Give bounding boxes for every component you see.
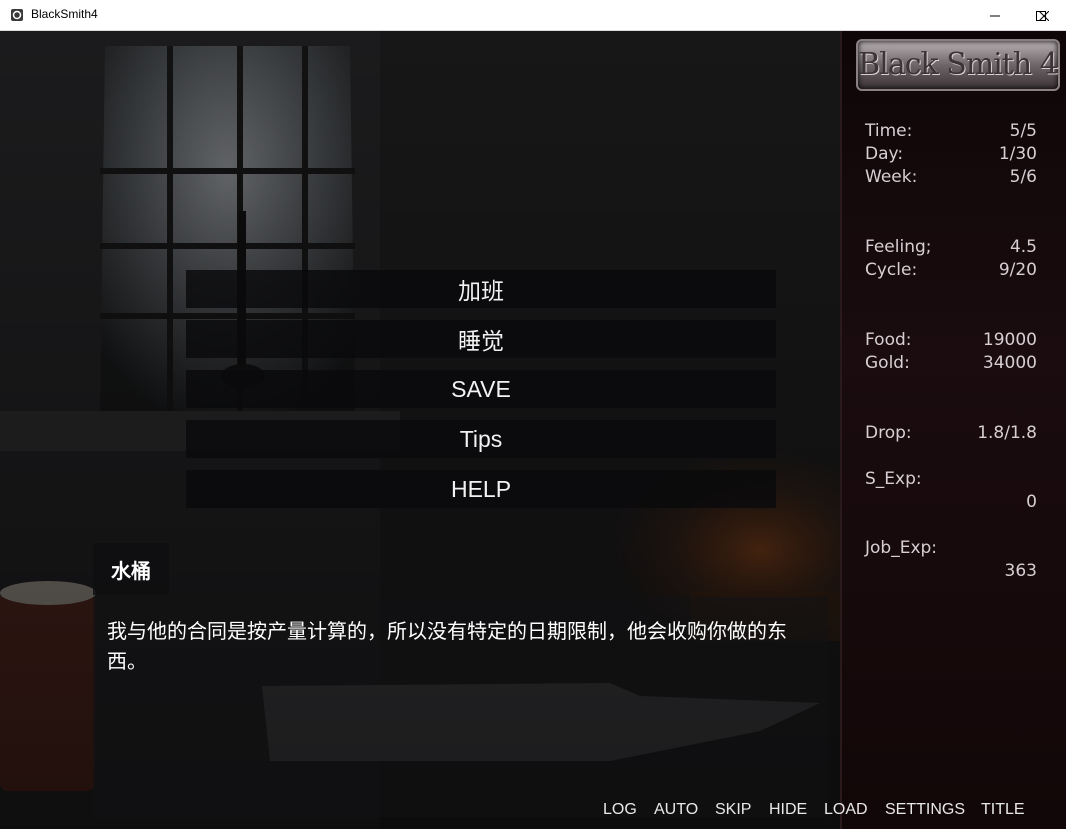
stat-value: 19000 (983, 330, 1037, 350)
quick-menu-skip[interactable]: SKIP (715, 801, 751, 821)
stat-value: 363 (1005, 561, 1037, 581)
stat-label: Cycle: (865, 260, 917, 280)
stat-day: Day: 1/30 (865, 144, 1037, 166)
choice-overtime[interactable]: 加班 (186, 270, 776, 308)
stat-value: 5/6 (1010, 167, 1037, 187)
stat-value: 4.5 (1010, 237, 1037, 257)
stat-food: Food: 19000 (865, 330, 1037, 352)
stat-s_exp: S_Exp:0 (865, 469, 1037, 491)
stat-drop: Drop: 1.8/1.8 (865, 423, 1037, 445)
quick-menu-log[interactable]: LOG (603, 801, 637, 821)
stat-label: Job_Exp: (865, 538, 937, 558)
dialogue-text: 我与他的合同是按产量计算的，所以没有特定的日期限制，他会收购你做的东西。 (107, 616, 822, 676)
choice-help[interactable]: HELP (186, 470, 776, 508)
window-title: BlackSmith4 (31, 7, 98, 21)
game-logo: Black Smith 4 (856, 39, 1060, 91)
stat-label: Food: (865, 330, 912, 350)
stat-label: Time: (865, 121, 912, 141)
logo-text: Black Smith 4 (858, 47, 1058, 82)
stat-label: Feeling; (865, 237, 932, 257)
game-area[interactable]: Black Smith 4 Time: 5/5 Day: 1/30 Week: 5/6 Fe… (0, 31, 1066, 829)
speaker-name: 水桶 (111, 555, 151, 584)
minimize-button[interactable] (972, 0, 1018, 31)
minimize-icon (990, 11, 1000, 21)
stat-label: Week: (865, 167, 917, 187)
stat-cycle: Cycle: 9/20 (865, 260, 1037, 282)
choice-tips[interactable]: Tips (186, 420, 776, 458)
quick-menu-hide[interactable]: HIDE (769, 801, 807, 821)
quick-menu-title[interactable]: TITLE (981, 801, 1025, 821)
stat-value: 1/30 (999, 144, 1037, 164)
stat-label: Gold: (865, 353, 910, 373)
stat-value: 9/20 (999, 260, 1037, 280)
stat-label: Drop: (865, 423, 912, 443)
window-titlebar: BlackSmith4 (0, 0, 1066, 31)
stat-job_exp: Job_Exp:363 (865, 538, 1037, 560)
close-button[interactable] (1021, 0, 1066, 31)
speaker-name-box: 水桶 (93, 543, 169, 595)
quick-menu-load[interactable]: LOAD (824, 801, 868, 821)
stat-value: 34000 (983, 353, 1037, 373)
stat-time: Time: 5/5 (865, 121, 1037, 143)
stat-value: 0 (1026, 492, 1037, 512)
stat-gold: Gold: 34000 (865, 353, 1037, 375)
close-icon (1039, 11, 1049, 21)
stat-label: Day: (865, 144, 903, 164)
quick-menu-auto[interactable]: AUTO (654, 801, 698, 821)
quick-menu-settings[interactable]: SETTINGS (885, 801, 965, 821)
stat-value: 1.8/1.8 (977, 423, 1037, 443)
app-icon (10, 8, 24, 22)
stat-value: 5/5 (1010, 121, 1037, 141)
choice-save[interactable]: SAVE (186, 370, 776, 408)
stat-label: S_Exp: (865, 469, 922, 489)
stat-feeling: Feeling; 4.5 (865, 237, 1037, 259)
stat-week: Week: 5/6 (865, 167, 1037, 189)
choice-sleep[interactable]: 睡觉 (186, 320, 776, 358)
